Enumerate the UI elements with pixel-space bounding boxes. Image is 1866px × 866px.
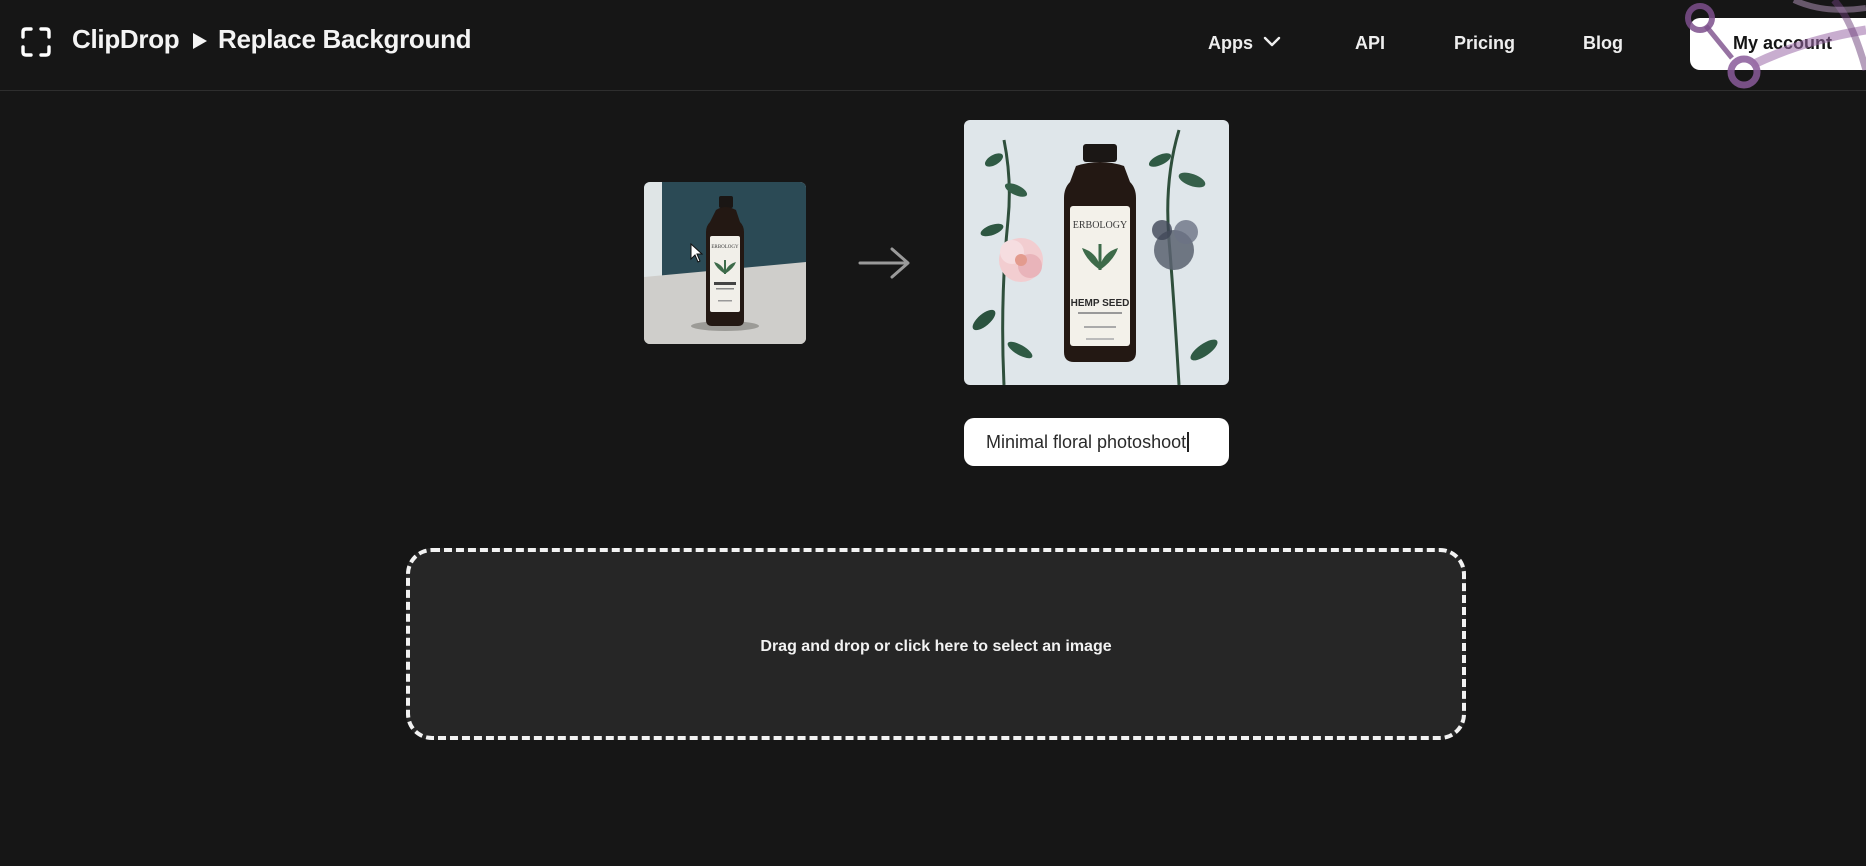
nav-api[interactable]: API xyxy=(1355,33,1385,54)
nav-apps[interactable]: Apps xyxy=(1208,33,1253,54)
top-navigation-bar: ClipDrop Replace Background Apps API Pri… xyxy=(0,0,1866,91)
clipdrop-logo-icon[interactable] xyxy=(20,26,52,58)
arrow-right-icon xyxy=(858,247,910,279)
brand-name[interactable]: ClipDrop xyxy=(72,24,180,55)
nav-pricing[interactable]: Pricing xyxy=(1454,33,1515,54)
my-account-button[interactable]: My account xyxy=(1690,18,1866,70)
breadcrumb-separator-icon xyxy=(193,33,207,49)
prompt-text: Minimal floral photoshoot xyxy=(986,432,1187,452)
breadcrumb-current-page: Replace Background xyxy=(218,24,472,54)
image-upload-dropzone[interactable]: Drag and drop or click here to select an… xyxy=(406,548,1466,740)
product-brand-text: ERBOLOGY xyxy=(1073,220,1127,231)
result-product-image: ERBOLOGY HEMP SEED xyxy=(964,120,1229,385)
product-name-text: HEMP SEED xyxy=(1071,298,1130,309)
mouse-cursor-icon xyxy=(690,243,704,263)
prompt-input[interactable]: Minimal floral photoshoot xyxy=(964,418,1229,466)
chevron-down-icon[interactable] xyxy=(1263,36,1281,48)
dropzone-label: Drag and drop or click here to select an… xyxy=(760,638,1112,655)
svg-text:ERBOLOGY: ERBOLOGY xyxy=(711,245,739,250)
my-account-label: My account xyxy=(1733,33,1833,53)
nav-blog[interactable]: Blog xyxy=(1583,33,1623,54)
text-caret xyxy=(1187,432,1189,452)
input-product-image: ERBOLOGY xyxy=(644,182,806,344)
